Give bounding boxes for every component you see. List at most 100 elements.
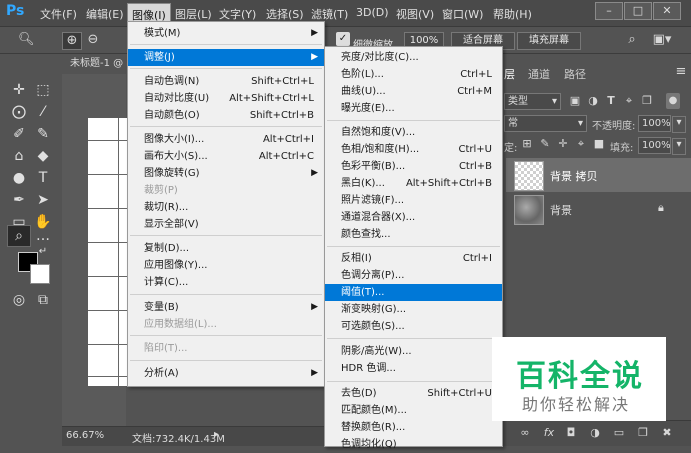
menu-item[interactable]: 曝光度(E)...	[325, 100, 502, 117]
lock-artboard-icon[interactable]: ⌖	[574, 136, 588, 152]
menu-help[interactable]: 帮助(H)	[493, 6, 532, 22]
document-canvas[interactable]	[88, 118, 128, 386]
opacity-input[interactable]: 100%	[638, 115, 671, 132]
menu-item[interactable]: 颜色查找...	[325, 226, 502, 243]
menu-item[interactable]: 分析(A) ▶	[128, 365, 324, 382]
menu-item[interactable]: 画布大小(S)... Alt+Ctrl+C	[128, 148, 324, 165]
eyedropper-tool-icon[interactable]: ✐	[8, 124, 30, 144]
pen-tool-icon[interactable]: ✒	[8, 190, 30, 210]
zoom-tool-icon[interactable]: 🔍︎	[18, 32, 35, 48]
swap-colors-icon[interactable]: ↵	[36, 246, 50, 258]
menu-item[interactable]: 复制(D)...	[128, 240, 324, 257]
menu-item[interactable]: 模式(M) ▶	[128, 25, 324, 42]
filter-adjustment-icon[interactable]: ◑	[586, 93, 600, 109]
text-tool-icon[interactable]: T	[32, 168, 54, 188]
add-mask-icon[interactable]: ◘	[564, 425, 578, 441]
zoom-tool-selected-icon[interactable]: ⌕	[7, 225, 31, 247]
menu-item[interactable]: 阴影/高光(W)...	[325, 343, 502, 360]
layer-style-icon[interactable]: fx	[542, 425, 556, 441]
search-icon[interactable]: ⌕	[624, 32, 640, 48]
new-layer-icon[interactable]: ❐	[636, 425, 650, 441]
zoom-level[interactable]: 66.67%	[66, 430, 104, 441]
fine-zoom-checkbox[interactable]: ✓	[336, 32, 350, 46]
screen-mode-icon[interactable]: ⧉	[32, 290, 54, 310]
lock-all-icon[interactable]: ■	[592, 136, 606, 152]
menu-filter[interactable]: 滤镜(T)	[311, 6, 348, 22]
lasso-tool-icon[interactable]: ⨀	[8, 102, 30, 122]
status-arrow-icon[interactable]: ▸	[214, 429, 219, 440]
filter-toggle-icon[interactable]: ●	[666, 93, 680, 109]
filter-type-icon[interactable]: T	[604, 93, 618, 109]
tab-channels[interactable]: 通道	[528, 66, 550, 82]
menu-item[interactable]: 亮度/对比度(C)...	[325, 49, 502, 66]
close-button[interactable]: ✕	[653, 2, 681, 20]
menu-item[interactable]: 阈值(T)...	[325, 284, 502, 301]
menu-item[interactable]: 图像旋转(G) ▶	[128, 165, 324, 182]
background-color-swatch[interactable]	[30, 264, 50, 284]
fill-screen-button[interactable]: 填充屏幕	[517, 32, 581, 50]
stamp-tool-icon[interactable]: ⌂	[8, 146, 30, 166]
menu-item[interactable]: 色相/饱和度(H)... Ctrl+U	[325, 141, 502, 158]
menu-3d[interactable]: 3D(D)	[356, 6, 389, 19]
minimize-button[interactable]: –	[595, 2, 623, 20]
move-tool-icon[interactable]: ✛	[8, 80, 30, 100]
blend-mode-select[interactable]: 常 ▾	[504, 115, 587, 132]
menu-edit[interactable]: 编辑(E)	[86, 6, 124, 22]
fill-dropdown-icon[interactable]: ▾	[672, 138, 686, 155]
menu-item[interactable]: 匹配颜色(M)...	[325, 402, 502, 419]
menu-item[interactable]: 调整(J) ▶	[128, 49, 324, 66]
menu-item[interactable]: 应用图像(Y)...	[128, 257, 324, 274]
menu-item[interactable]: 变量(B) ▶	[128, 299, 324, 316]
menu-item[interactable]: 渐变映射(G)...	[325, 301, 502, 318]
zoom-out-icon[interactable]: ⊖	[84, 32, 102, 48]
menu-item[interactable]: 黑白(K)... Alt+Shift+Ctrl+B	[325, 175, 502, 192]
menu-item[interactable]: 去色(D) Shift+Ctrl+U	[325, 385, 502, 402]
tab-paths[interactable]: 路径	[564, 66, 586, 82]
menu-select[interactable]: 选择(S)	[266, 6, 304, 22]
menu-item[interactable]: 自然饱和度(V)...	[325, 124, 502, 141]
quick-mask-icon[interactable]: ◎	[8, 290, 30, 310]
menu-item[interactable]: 色调分离(P)...	[325, 267, 502, 284]
menu-item[interactable]: 裁切(R)...	[128, 199, 324, 216]
opacity-dropdown-icon[interactable]: ▾	[672, 116, 686, 133]
menu-type[interactable]: 文字(Y)	[219, 6, 256, 22]
menu-item[interactable]: 显示全部(V)	[128, 216, 324, 233]
menu-item[interactable]: 照片滤镜(F)...	[325, 192, 502, 209]
filter-shape-icon[interactable]: ⌖	[622, 93, 636, 109]
panel-menu-icon[interactable]: ≡	[674, 64, 688, 80]
lock-pixels-icon[interactable]: ✎	[538, 136, 552, 152]
link-layers-icon[interactable]: ∞	[518, 425, 532, 441]
menu-view[interactable]: 视图(V)	[396, 6, 434, 22]
delete-layer-icon[interactable]: ✖	[660, 425, 674, 441]
selection-tool-icon[interactable]: ➤	[32, 190, 54, 210]
eraser-tool-icon[interactable]: ◆	[32, 146, 54, 166]
filter-smart-icon[interactable]: ❐	[640, 93, 654, 109]
dodge-tool-icon[interactable]: ●	[8, 168, 30, 188]
menu-item[interactable]: 自动对比度(U) Alt+Shift+Ctrl+L	[128, 90, 324, 107]
menu-item[interactable]: 自动颜色(O) Shift+Ctrl+B	[128, 107, 324, 124]
menu-window[interactable]: 窗口(W)	[442, 6, 483, 22]
menu-item[interactable]: 色彩平衡(B)... Ctrl+B	[325, 158, 502, 175]
filter-pixel-icon[interactable]: ▣	[568, 93, 582, 109]
menu-item[interactable]: 计算(C)...	[128, 274, 324, 291]
menu-item[interactable]: HDR 色调...	[325, 360, 502, 377]
tab-layers[interactable]: 层	[504, 66, 515, 82]
maximize-button[interactable]: □	[624, 2, 652, 20]
lock-transparent-icon[interactable]: ⊞	[520, 136, 534, 152]
new-group-icon[interactable]: ▭	[612, 425, 626, 441]
menu-item[interactable]: 替换颜色(R)...	[325, 419, 502, 436]
zoom-in-icon[interactable]: ⊕	[62, 32, 82, 50]
workspace-icon[interactable]: ▣▾	[650, 32, 674, 48]
quick-select-tool-icon[interactable]: ⁄	[32, 102, 54, 122]
menu-item[interactable]: 通道混合器(X)...	[325, 209, 502, 226]
menu-item[interactable]: 曲线(U)... Ctrl+M	[325, 83, 502, 100]
menu-item[interactable]: 色阶(L)... Ctrl+L	[325, 66, 502, 83]
menu-item[interactable]: 图像大小(I)... Alt+Ctrl+I	[128, 131, 324, 148]
layer-row-background-copy[interactable]: 背景 拷贝	[506, 158, 691, 192]
fill-input[interactable]: 100%	[638, 137, 671, 154]
menu-item[interactable]: 反相(I) Ctrl+I	[325, 250, 502, 267]
menu-file[interactable]: 文件(F)	[40, 6, 77, 22]
layer-kind-filter[interactable]: 类型 ▾	[504, 93, 561, 110]
more-tools-icon[interactable]: …	[32, 226, 54, 246]
adjustment-layer-icon[interactable]: ◑	[588, 425, 602, 441]
